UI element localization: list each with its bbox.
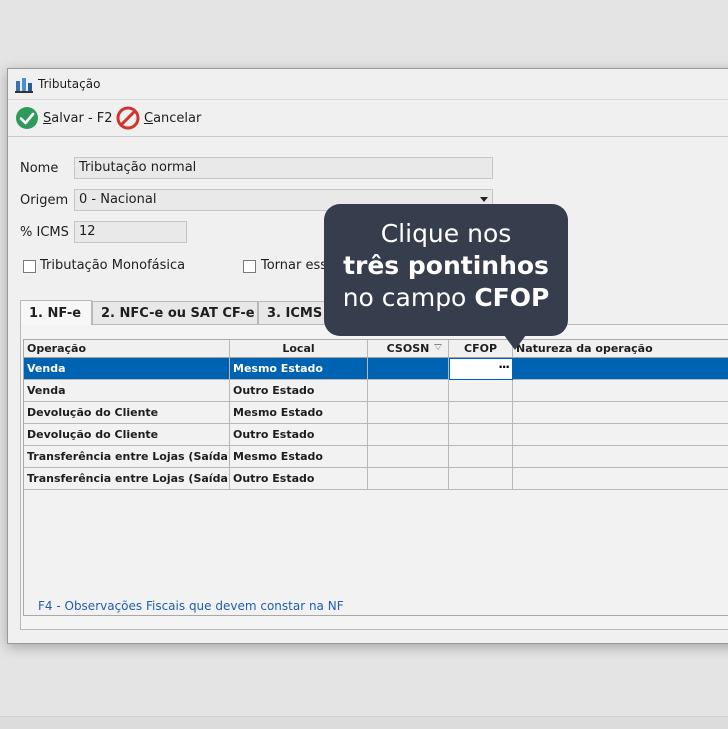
cell-cfop[interactable] [449,468,513,490]
origem-selected-value: 0 - Nacional [79,192,157,207]
cell-local[interactable]: Mesmo Estado [230,358,368,380]
cell-cfop-editor[interactable]: ··· [449,358,513,380]
table-row[interactable]: Transferência entre Lojas (Saída) Mesmo … [24,446,728,468]
cell-local[interactable]: Mesmo Estado [230,446,368,468]
cell-local[interactable]: Outro Estado [230,424,368,446]
column-header-local[interactable]: Local [230,340,368,358]
column-header-operacao[interactable]: Operação [24,340,230,358]
save-button-label: Salvar - F2 [43,110,113,126]
cell-natureza[interactable] [513,446,728,468]
tooltip-line-2: três pontinhos [343,251,549,280]
csosn-header-label: CSOSN [386,342,430,355]
column-header-csosn[interactable]: CSOSN [368,340,449,358]
cell-csosn[interactable] [368,446,449,468]
tooltip-pointer [504,335,526,350]
monofasica-label: Tributação Monofásica [40,258,186,273]
cancel-button-label: Cancelar [144,110,202,126]
cell-csosn[interactable] [368,380,449,402]
tooltip-line-1: Clique nos [380,219,512,248]
cell-local[interactable]: Outro Estado [230,380,368,402]
cell-operacao[interactable]: Venda [24,358,230,380]
cell-natureza[interactable] [513,424,728,446]
tooltip-line-3-prefix: no campo [342,283,475,312]
nome-input[interactable]: Tributação normal [74,157,493,179]
cell-csosn[interactable] [368,424,449,446]
tax-app-icon [15,78,33,93]
cell-csosn[interactable] [368,468,449,490]
cell-local[interactable]: Outro Estado [230,468,368,490]
table-row[interactable]: Transferência entre Lojas (Saída) Outro … [24,468,728,490]
monofasica-checkbox[interactable] [23,260,36,273]
tooltip-line-3-bold: CFOP [474,283,550,312]
cell-operacao[interactable]: Transferência entre Lojas (Saída) [24,468,230,490]
window-title: Tributação [38,77,101,91]
tab-nfe[interactable]: 1. NF-e [20,300,92,325]
title-bar: Tributação [8,69,728,99]
save-button[interactable]: Salvar - F2 [15,105,113,131]
cancel-button[interactable]: Cancelar [116,105,201,131]
cell-natureza[interactable] [513,358,728,380]
desktop-background-strip [0,716,728,729]
ellipsis-button[interactable]: ··· [498,360,510,374]
observacoes-fiscais-hint[interactable]: F4 - Observações Fiscais que devem const… [38,599,344,613]
cell-natureza[interactable] [513,380,728,402]
column-header-natureza[interactable]: Natureza da operação [513,340,728,358]
cell-cfop[interactable] [449,446,513,468]
icms-input[interactable]: 12 [74,221,187,243]
table-row[interactable]: Venda Mesmo Estado ··· [24,358,728,380]
cell-natureza[interactable] [513,468,728,490]
cell-cfop[interactable] [449,424,513,446]
cell-csosn[interactable] [368,358,449,380]
table-row[interactable]: Venda Outro Estado [24,380,728,402]
filter-icon[interactable] [434,344,442,350]
checkmark-icon [16,107,38,129]
tooltip-line-3: no campo CFOP [324,282,568,314]
table-row[interactable]: Devolução do Cliente Outro Estado [24,424,728,446]
toolbar: Salvar - F2 Cancelar [8,99,728,137]
table-row[interactable]: Devolução do Cliente Mesmo Estado [24,402,728,424]
cell-operacao[interactable]: Devolução do Cliente [24,402,230,424]
tributacao-window: Tributação Salvar - F2 Cancelar Nome Tri… [7,68,728,644]
icms-label: % ICMS [20,225,69,240]
origem-label: Origem [20,193,69,208]
tab-nfce-sat[interactable]: 2. NFC-e ou SAT CF-e [92,301,258,324]
cell-csosn[interactable] [368,402,449,424]
tornar-checkbox[interactable] [243,260,256,273]
cell-cfop[interactable] [449,380,513,402]
tributacao-grid: Operação Local CSOSN CFOP Natureza da op… [23,339,728,616]
cell-operacao[interactable]: Transferência entre Lojas (Saída) [24,446,230,468]
cell-operacao[interactable]: Venda [24,380,230,402]
cell-local[interactable]: Mesmo Estado [230,402,368,424]
cancel-icon [116,106,140,130]
chevron-down-icon[interactable] [480,197,488,202]
cell-cfop[interactable] [449,402,513,424]
cell-natureza[interactable] [513,402,728,424]
cell-operacao[interactable]: Devolução do Cliente [24,424,230,446]
instruction-tooltip: Clique nos três pontinhos no campo CFOP [324,204,568,336]
nome-label: Nome [20,161,59,176]
